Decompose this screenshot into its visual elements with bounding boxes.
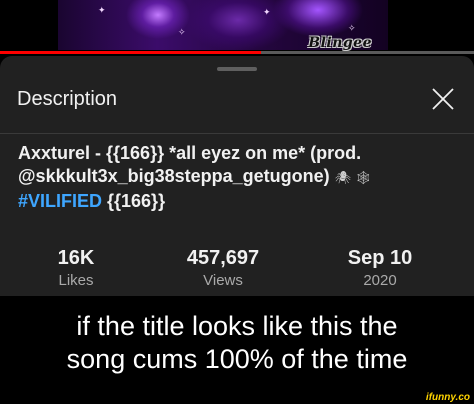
stat-likes: 16K Likes [16,246,136,292]
likes-label: Likes [58,272,94,289]
divider [0,133,474,134]
sheet-title: Description [17,88,118,110]
stat-views: 457,697 Views [163,246,283,292]
caption-line-1: if the title looks like this the [76,311,398,341]
upload-date: Sep 10 [347,247,413,269]
description-sheet: Description Axxturel - {{166}} *all eyez… [0,56,474,296]
description-line-1: Axxturel - {{166}} *all eyez on me* (pro… [18,143,362,163]
sparkle-icon: ✦ [263,7,271,17]
sparkle-icon: ✧ [178,27,186,37]
views-label: Views [203,272,243,289]
upload-year: 2020 [363,272,397,289]
video-progress-bar[interactable] [0,51,474,54]
video-progress-fill [0,51,261,54]
description-line-3-rest: {{166}} [102,191,166,211]
channel-handle: @skkkult3x_big38steppa_getugone) [18,166,330,186]
video-description: Axxturel - {{166}} *all eyez on me* (pro… [18,142,458,213]
spider-web-emoji-icon: 🕷 🕸 [334,171,372,186]
video-player-strip[interactable]: ✦ ✧ ✦ ✧ Blingee [0,0,474,58]
description-line-2: @skkkult3x_big38steppa_getugone) 🕷 🕸 [18,165,458,190]
hashtag-link[interactable]: #VILIFIED [18,191,102,211]
caption-line-2: song cums 100% of the time [66,344,408,374]
likes-count: 16K [57,247,95,269]
views-count: 457,697 [186,247,260,269]
drag-handle[interactable] [217,67,257,71]
ifunny-watermark: ifunny.co [425,392,470,403]
video-stats: 16K Likes 457,697 Views Sep 10 2020 [0,246,474,292]
stat-date: Sep 10 2020 [320,246,440,292]
blingee-watermark: Blingee [308,35,372,51]
meme-caption: if the title looks like this the song cu… [0,310,474,376]
sparkle-icon: ✧ [348,23,356,33]
close-button[interactable] [430,86,456,112]
description-line-3: #VILIFIED {{166}} [18,190,458,213]
sparkle-icon: ✦ [98,5,106,15]
close-x-icon [432,88,454,110]
